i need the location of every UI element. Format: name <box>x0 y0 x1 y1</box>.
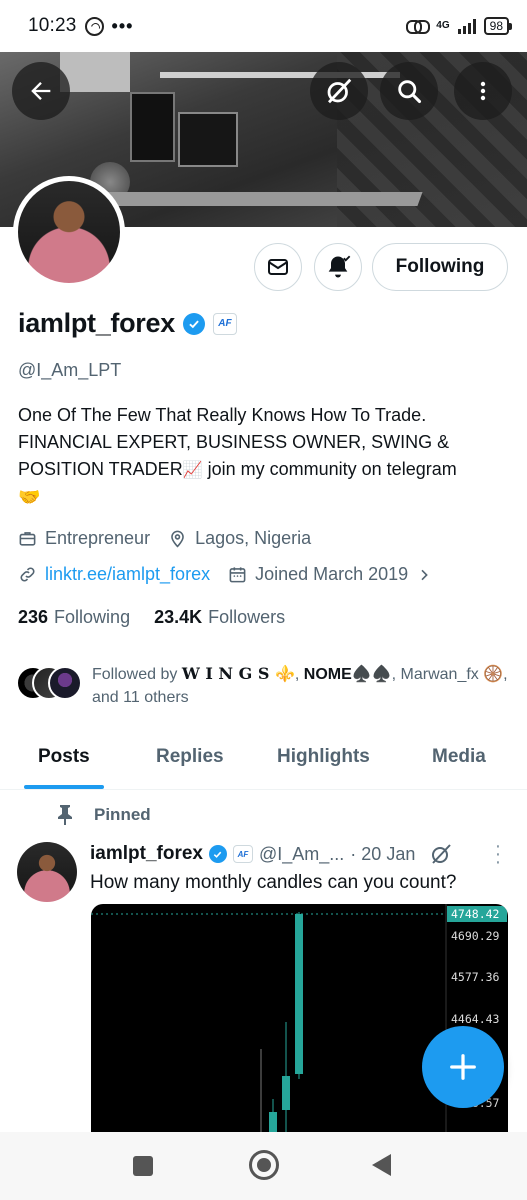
verified-badge-icon <box>208 845 227 863</box>
status-time: 10:23 <box>28 15 77 36</box>
arrow-left-icon <box>31 82 51 100</box>
handshake-emoji: 🤝 <box>18 487 41 507</box>
follow-counts: 236 Following 23.4K Followers <box>18 607 285 628</box>
back-nav-button[interactable] <box>372 1154 391 1176</box>
post-header: iamlpt_forex AF @I_Am_... · 20 Jan <box>90 842 453 866</box>
avatar <box>48 666 82 700</box>
candle <box>269 1112 277 1132</box>
profile-bio: One Of The Few That Really Knows How To … <box>18 402 508 511</box>
home-button[interactable] <box>249 1150 279 1180</box>
profile-handle: @I_Am_LPT <box>18 360 122 380</box>
post-text: How many monthly candles can you count? <box>90 872 457 893</box>
followers-count-link[interactable]: 23.4K Followers <box>154 607 285 628</box>
location-item: Lagos, Nigeria <box>168 528 311 549</box>
post-author-avatar[interactable] <box>17 842 77 902</box>
search-button[interactable] <box>380 62 438 120</box>
joined-item[interactable]: Joined March 2019 <box>228 564 432 585</box>
pin-icon <box>58 805 72 825</box>
more-vertical-icon <box>480 81 486 101</box>
profile-meta-row-2: linktr.ee/iamlpt_forex Joined March 2019 <box>18 564 432 585</box>
envelope-icon <box>268 259 288 275</box>
compose-post-button[interactable] <box>422 1026 504 1108</box>
bio-line: FINANCIAL EXPERT, BUSINESS OWNER, SWING … <box>18 432 450 452</box>
tab-highlights[interactable]: Highlights <box>277 746 370 768</box>
verified-badge-icon[interactable] <box>182 312 205 335</box>
price-label: 4577.36 <box>451 970 500 984</box>
signal-icon <box>457 18 476 34</box>
calendar-icon <box>229 567 246 583</box>
more-notifications-icon: ••• <box>111 15 134 36</box>
profile-tabs: Posts Replies Highlights Media <box>0 730 527 790</box>
plus-icon <box>450 1054 476 1080</box>
back-button[interactable] <box>12 62 70 120</box>
message-button[interactable] <box>254 243 302 291</box>
banner-monitor <box>178 112 238 167</box>
tab-replies[interactable]: Replies <box>156 746 224 768</box>
affiliate-badge[interactable]: AF <box>212 312 237 335</box>
post-date: · 20 Jan <box>350 843 416 864</box>
pinned-indicator: Pinned <box>56 804 151 826</box>
chart-emoji: 📈 <box>182 462 203 479</box>
active-tab-indicator <box>24 785 104 789</box>
whatsapp-icon <box>84 16 104 36</box>
battery-indicator: 98 <box>483 17 513 35</box>
banner-monitor <box>130 92 175 162</box>
system-navigation-bar <box>0 1132 527 1200</box>
chevron-right-icon <box>421 569 428 580</box>
price-label: 4464.43 <box>451 1012 500 1026</box>
following-count-link[interactable]: 236 Following <box>18 607 130 628</box>
post-more-icon[interactable]: · · · <box>488 836 508 872</box>
candle <box>282 1076 290 1110</box>
website-link[interactable]: linktr.ee/iamlpt_forex <box>45 564 210 585</box>
profession-item: Entrepreneur <box>18 528 150 549</box>
profile-avatar[interactable] <box>13 176 125 288</box>
status-bar: 10:23 ••• 4G 98 <box>0 0 527 52</box>
banner-sign <box>60 52 130 92</box>
link-icon <box>20 567 35 582</box>
location-pin-icon <box>171 530 184 548</box>
search-icon <box>398 80 422 104</box>
post-author-handle: @I_Am_... <box>258 843 345 864</box>
profile-name-row: iamlpt_forex AF <box>18 308 237 339</box>
recent-apps-button[interactable] <box>133 1156 153 1176</box>
affiliate-badge: AF <box>232 845 253 863</box>
candle <box>295 914 303 1074</box>
briefcase-icon <box>19 532 36 546</box>
price-label: 4690.29 <box>451 929 500 943</box>
price-label-current: 4748.42 <box>451 907 499 921</box>
followed-by-section[interactable]: Followed by 𝐖 𝐈 𝐍 𝐆 𝐒 ⚜️, NOME♠️♠️, Marw… <box>16 662 512 709</box>
bio-line: POSITION TRADER📈 join my community on te… <box>18 459 457 479</box>
post-author-name[interactable]: iamlpt_forex <box>90 843 203 865</box>
profile-name: iamlpt_forex <box>18 308 175 338</box>
profile-meta-row: Entrepreneur Lagos, Nigeria <box>18 528 311 549</box>
bio-line: One Of The Few That Really Knows How To … <box>18 405 427 425</box>
grok-icon[interactable] <box>429 842 453 866</box>
bell-check-icon <box>328 255 351 278</box>
tab-media[interactable]: Media <box>432 746 486 768</box>
followed-by-text: Followed by 𝐖 𝐈 𝐍 𝐆 𝐒 ⚜️, NOME♠️♠️, Marw… <box>92 664 508 706</box>
tab-posts[interactable]: Posts <box>38 746 90 768</box>
hotspot-link-icon <box>406 19 431 34</box>
followers-you-know-avatars <box>16 666 84 706</box>
grok-button[interactable] <box>310 62 368 120</box>
network-type: 4G <box>436 20 450 31</box>
grok-icon <box>327 78 352 104</box>
website-item[interactable]: linktr.ee/iamlpt_forex <box>18 564 210 585</box>
following-button[interactable]: Following <box>372 243 508 291</box>
notifications-button[interactable] <box>314 243 362 291</box>
more-options-button[interactable] <box>454 62 512 120</box>
